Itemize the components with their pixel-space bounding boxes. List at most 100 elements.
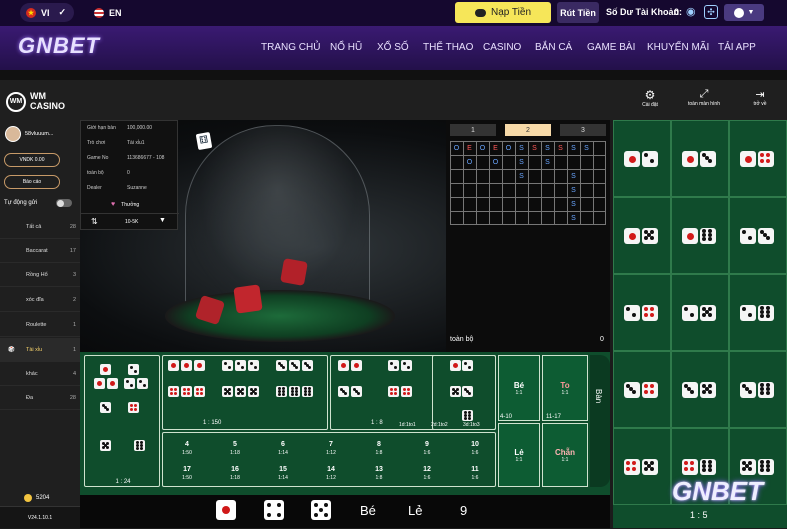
sum-5-bet[interactable]: 5 1:18 bbox=[220, 440, 250, 458]
eye-icon[interactable]: ◉ bbox=[686, 6, 700, 18]
menu-item-dragon-tiger[interactable]: Rồng Hổ 3 bbox=[0, 263, 80, 287]
sum-17-bet[interactable]: 17 1:50 bbox=[172, 465, 202, 483]
sum-4-bet[interactable]: 4 1:50 bbox=[172, 440, 202, 458]
big-bet[interactable]: To 1:1 bbox=[542, 355, 588, 421]
deposit-label: Nạp Tiền bbox=[490, 7, 532, 18]
pair-bet-cell[interactable] bbox=[613, 120, 671, 197]
nav-lottery[interactable]: XỔ SỐ bbox=[377, 42, 409, 53]
nav-card-games[interactable]: GAME BÀI bbox=[587, 42, 635, 53]
auto-send-toggle[interactable] bbox=[56, 199, 72, 207]
road-cell: S bbox=[519, 144, 524, 152]
road-cell: S bbox=[545, 158, 550, 166]
top-bar: ★ VI ✓ EN Nạp Tiền Rút Tiền Số Dư Tài Kh… bbox=[0, 0, 787, 26]
roadmap-tab-1[interactable]: 1 bbox=[450, 124, 496, 136]
info-value: 100,000.00 bbox=[127, 125, 153, 131]
roadmap-total-label: toàn bộ bbox=[450, 336, 474, 343]
nav-jackpot[interactable]: NỔ HŨ bbox=[330, 42, 362, 53]
sum-14-bet[interactable]: 14 1:12 bbox=[316, 465, 346, 483]
pair-bet-cell[interactable] bbox=[671, 351, 729, 428]
chip-selector[interactable]: ⇅ 10-5K ▼ bbox=[81, 213, 179, 229]
single-number-bet[interactable]: 1d:1to1 2d:1to2 3d:1to3 bbox=[399, 355, 496, 430]
menu-item-all[interactable]: Tất cả 28 bbox=[0, 215, 80, 239]
sum-number: 4 bbox=[185, 441, 189, 448]
brand-logo[interactable]: GNBET bbox=[18, 33, 100, 59]
sum-16-bet[interactable]: 16 1:18 bbox=[220, 465, 250, 483]
tip-button[interactable]: ♥ Thưởng bbox=[111, 201, 139, 208]
nav-home[interactable]: TRANG CHỦ bbox=[261, 42, 320, 53]
pair-bet-cell[interactable] bbox=[613, 197, 671, 274]
pair-bet-cell[interactable] bbox=[613, 351, 671, 428]
any-triple-bet[interactable]: 1 : 24 bbox=[84, 355, 160, 487]
sum-12-bet[interactable]: 12 1:6 bbox=[412, 465, 442, 483]
roadmap-tab-3[interactable]: 3 bbox=[560, 124, 606, 136]
pair-bet-cell[interactable] bbox=[729, 197, 787, 274]
result-die-5 bbox=[311, 500, 331, 520]
fullscreen-button[interactable]: ⤢ toàn màn hình bbox=[684, 88, 724, 107]
menu-item-multi[interactable]: Đa 28 bbox=[0, 386, 80, 410]
odd-bet[interactable]: Lẻ 1:1 bbox=[498, 423, 540, 487]
settings-button[interactable]: ⚙ Cài đặt bbox=[640, 88, 660, 108]
sum-9-bet[interactable]: 9 1:6 bbox=[412, 440, 442, 458]
menu-item-other[interactable]: khác 4 bbox=[0, 362, 80, 386]
nav-promotions[interactable]: KHUYẾN MÃI bbox=[647, 42, 709, 53]
nav-download-app[interactable]: TẢI APP bbox=[718, 42, 756, 53]
table-side-tab[interactable]: Bàn bbox=[590, 355, 610, 487]
pair-bets-cells bbox=[613, 120, 787, 528]
road-cell: O bbox=[505, 144, 512, 152]
nav-fishing[interactable]: BẮN CÁ bbox=[535, 42, 572, 53]
pair-bet-cell[interactable] bbox=[729, 120, 787, 197]
road-cell: E bbox=[493, 144, 498, 152]
nav-sports[interactable]: THỂ THAO bbox=[423, 42, 473, 53]
auto-send-label: Tự động gửi bbox=[4, 200, 38, 206]
pair-bet-cell[interactable] bbox=[613, 428, 671, 505]
exit-button[interactable]: ⇥ trở về bbox=[748, 88, 772, 107]
language-en-button[interactable]: EN bbox=[88, 3, 130, 22]
sum-10-bet[interactable]: 10 1:6 bbox=[460, 440, 490, 458]
fullscreen-label: toàn màn hình bbox=[688, 101, 720, 107]
result-parity: Lẻ bbox=[408, 503, 423, 518]
pair-bet-cell[interactable] bbox=[671, 274, 729, 351]
refresh-icon[interactable]: ✣ bbox=[704, 5, 718, 19]
menu-item-tai-xiu[interactable]: 🎲 Tài xỉu 1 bbox=[0, 338, 80, 362]
menu-label: xóc đĩa bbox=[26, 296, 44, 303]
account-menu-button[interactable]: ▼ bbox=[724, 4, 764, 21]
info-key: Dealer bbox=[87, 185, 102, 191]
pair-bet-cell[interactable] bbox=[729, 274, 787, 351]
pair-bet-cell[interactable] bbox=[671, 120, 729, 197]
road-cell: O bbox=[479, 144, 486, 152]
pair-bet-cell[interactable] bbox=[613, 274, 671, 351]
piggy-bank-icon bbox=[474, 8, 486, 17]
menu-item-baccarat[interactable]: Baccarat 17 bbox=[0, 239, 80, 263]
sum-7-bet[interactable]: 7 1:12 bbox=[316, 440, 346, 458]
even-bet[interactable]: Chẵn 1:1 bbox=[542, 423, 588, 487]
sum-odds: 1:18 bbox=[230, 475, 240, 481]
avatar[interactable] bbox=[5, 126, 21, 142]
info-value: 0 bbox=[127, 170, 130, 176]
small-bet[interactable]: Bé 1:1 bbox=[498, 355, 540, 421]
withdraw-button[interactable]: Rút Tiền bbox=[557, 2, 599, 23]
language-vi-button[interactable]: ★ VI ✓ bbox=[20, 3, 74, 22]
sum-8-bet[interactable]: 8 1:8 bbox=[364, 440, 394, 458]
sum-6-bet[interactable]: 6 1:14 bbox=[268, 440, 298, 458]
sum-11-bet[interactable]: 11 1:6 bbox=[460, 465, 490, 483]
dice-dome bbox=[185, 125, 370, 310]
report-button[interactable]: Báo cáo bbox=[4, 175, 60, 189]
nav-casino[interactable]: CASINO bbox=[483, 42, 521, 53]
pair-bet-cell[interactable] bbox=[729, 351, 787, 428]
pair-bet-cell[interactable] bbox=[671, 197, 729, 274]
roadmap-tab-2[interactable]: 2 bbox=[505, 124, 551, 136]
gear-icon: ⚙ bbox=[644, 88, 656, 102]
specific-triple-bet[interactable]: 1 : 150 bbox=[162, 355, 328, 430]
deposit-button[interactable]: Nạp Tiền bbox=[455, 2, 551, 23]
sum-13-bet[interactable]: 13 1:8 bbox=[364, 465, 394, 483]
heart-icon: ♥ bbox=[111, 201, 116, 208]
menu-item-roulette[interactable]: Roulette 1 bbox=[0, 313, 80, 337]
menu-count: 1 bbox=[72, 321, 76, 328]
menu-item-xoc-dia[interactable]: xóc đĩa 2 bbox=[0, 288, 80, 312]
exit-icon: ⇥ bbox=[755, 89, 765, 101]
sum-15-bet[interactable]: 15 1:14 bbox=[268, 465, 298, 483]
road-cell: S bbox=[558, 144, 563, 152]
us-flag-icon bbox=[94, 7, 104, 18]
sum-number: 10 bbox=[471, 441, 479, 448]
die-face-1 bbox=[624, 228, 640, 244]
